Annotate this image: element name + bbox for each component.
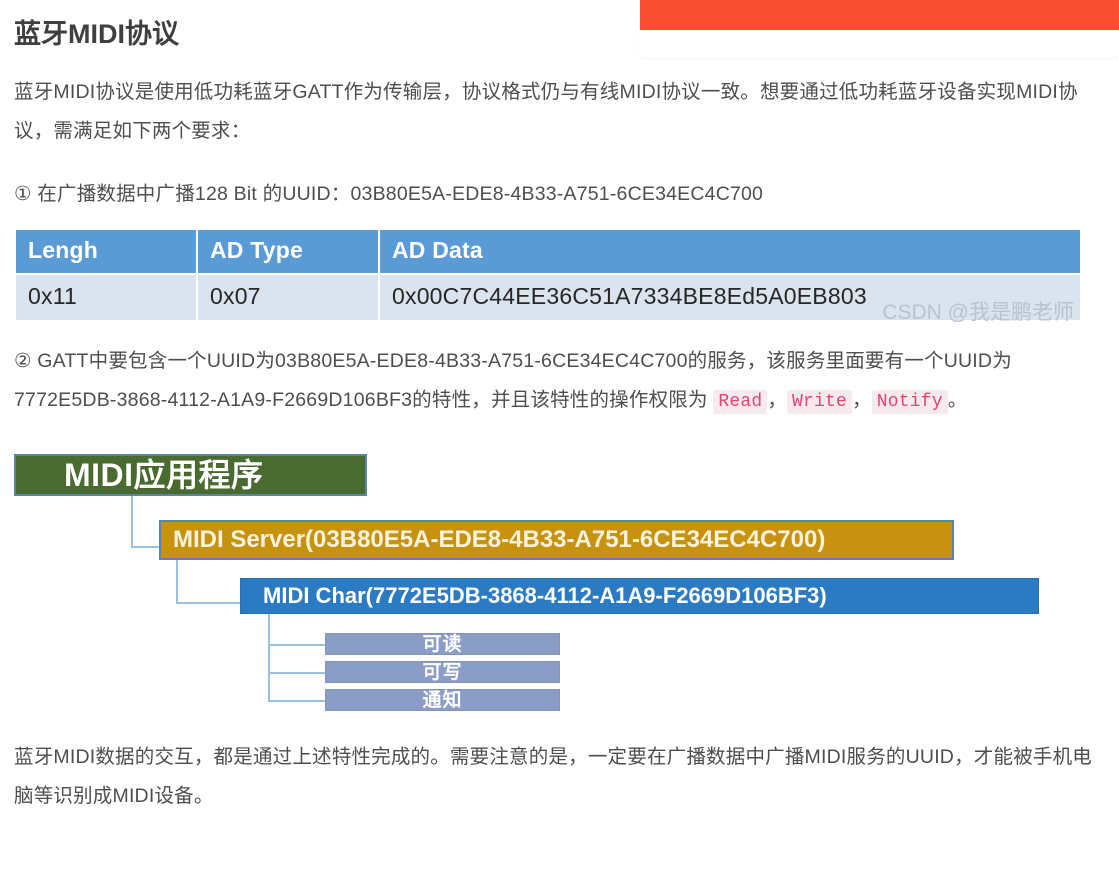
page-title: 蓝牙MIDI协议: [14, 19, 179, 49]
table-header-ad-data: AD Data: [380, 230, 1080, 273]
connector-char-vertical: [268, 614, 270, 702]
table-header-ad-type: AD Type: [198, 230, 378, 273]
table-header-row: Lengh AD Type AD Data: [16, 230, 1080, 273]
ad-data-table: Lengh AD Type AD Data 0x11 0x07 0x00C7C4…: [14, 228, 1082, 322]
ad-table-wrapper: Lengh AD Type AD Data 0x11 0x07 0x00C7C4…: [14, 228, 1082, 324]
connector-server-horizontal: [176, 602, 242, 604]
diagram-leaf-readable: 可读: [325, 633, 560, 655]
cell-ad-data: 0x00C7C44EE36C51A7334BE8Ed5A0EB803: [380, 275, 1080, 320]
cell-lengh: 0x11: [16, 275, 196, 320]
midi-hierarchy-diagram: MIDI应用程序 MIDI Server(03B80E5A-EDE8-4B33-…: [0, 444, 1119, 716]
connector-app-vertical: [131, 496, 133, 548]
connector-server-vertical: [176, 560, 178, 604]
code-separator-2: ，: [852, 389, 872, 411]
table-header-lengh: Lengh: [16, 230, 196, 273]
diagram-box-midi-server: MIDI Server(03B80E5A-EDE8-4B33-A751-6CE3…: [159, 520, 954, 560]
requirement-2-paragraph: ② GATT中要包含一个UUID为03B80E5A-EDE8-4B33-A751…: [0, 342, 1119, 422]
code-notify: Notify: [871, 390, 948, 414]
outro-paragraph: 蓝牙MIDI数据的交互，都是通过上述特性完成的。需要注意的是，一定要在广播数据中…: [14, 746, 1092, 807]
connector-leaf-notify: [268, 700, 326, 702]
cell-ad-type: 0x07: [198, 275, 378, 320]
connector-leaf-write: [268, 672, 326, 674]
intro-paragraph: 蓝牙MIDI协议是使用低功耗蓝牙GATT作为传输层，协议格式仍与有线MIDI协议…: [14, 81, 1078, 142]
diagram-leaf-notify: 通知: [325, 689, 560, 711]
code-write: Write: [787, 390, 853, 414]
table-row: 0x11 0x07 0x00C7C44EE36C51A7334BE8Ed5A0E…: [16, 275, 1080, 320]
diagram-leaf-writable: 可写: [325, 661, 560, 683]
diagram-box-midi-char: MIDI Char(7772E5DB-3868-4112-A1A9-F2669D…: [240, 578, 1039, 614]
article-body: 蓝牙MIDI协议 蓝牙MIDI协议是使用低功耗蓝牙GATT作为传输层，协议格式仍…: [0, 0, 1119, 836]
connector-app-horizontal: [131, 546, 161, 548]
code-separator-1: ，: [767, 389, 788, 411]
code-terminator: 。: [947, 389, 968, 411]
connector-leaf-read: [268, 644, 326, 646]
code-read: Read: [713, 390, 768, 414]
diagram-box-midi-application: MIDI应用程序: [14, 454, 367, 496]
requirement-1-paragraph: ① 在广播数据中广播128 Bit 的UUID：03B80E5A-EDE8-4B…: [14, 183, 764, 205]
